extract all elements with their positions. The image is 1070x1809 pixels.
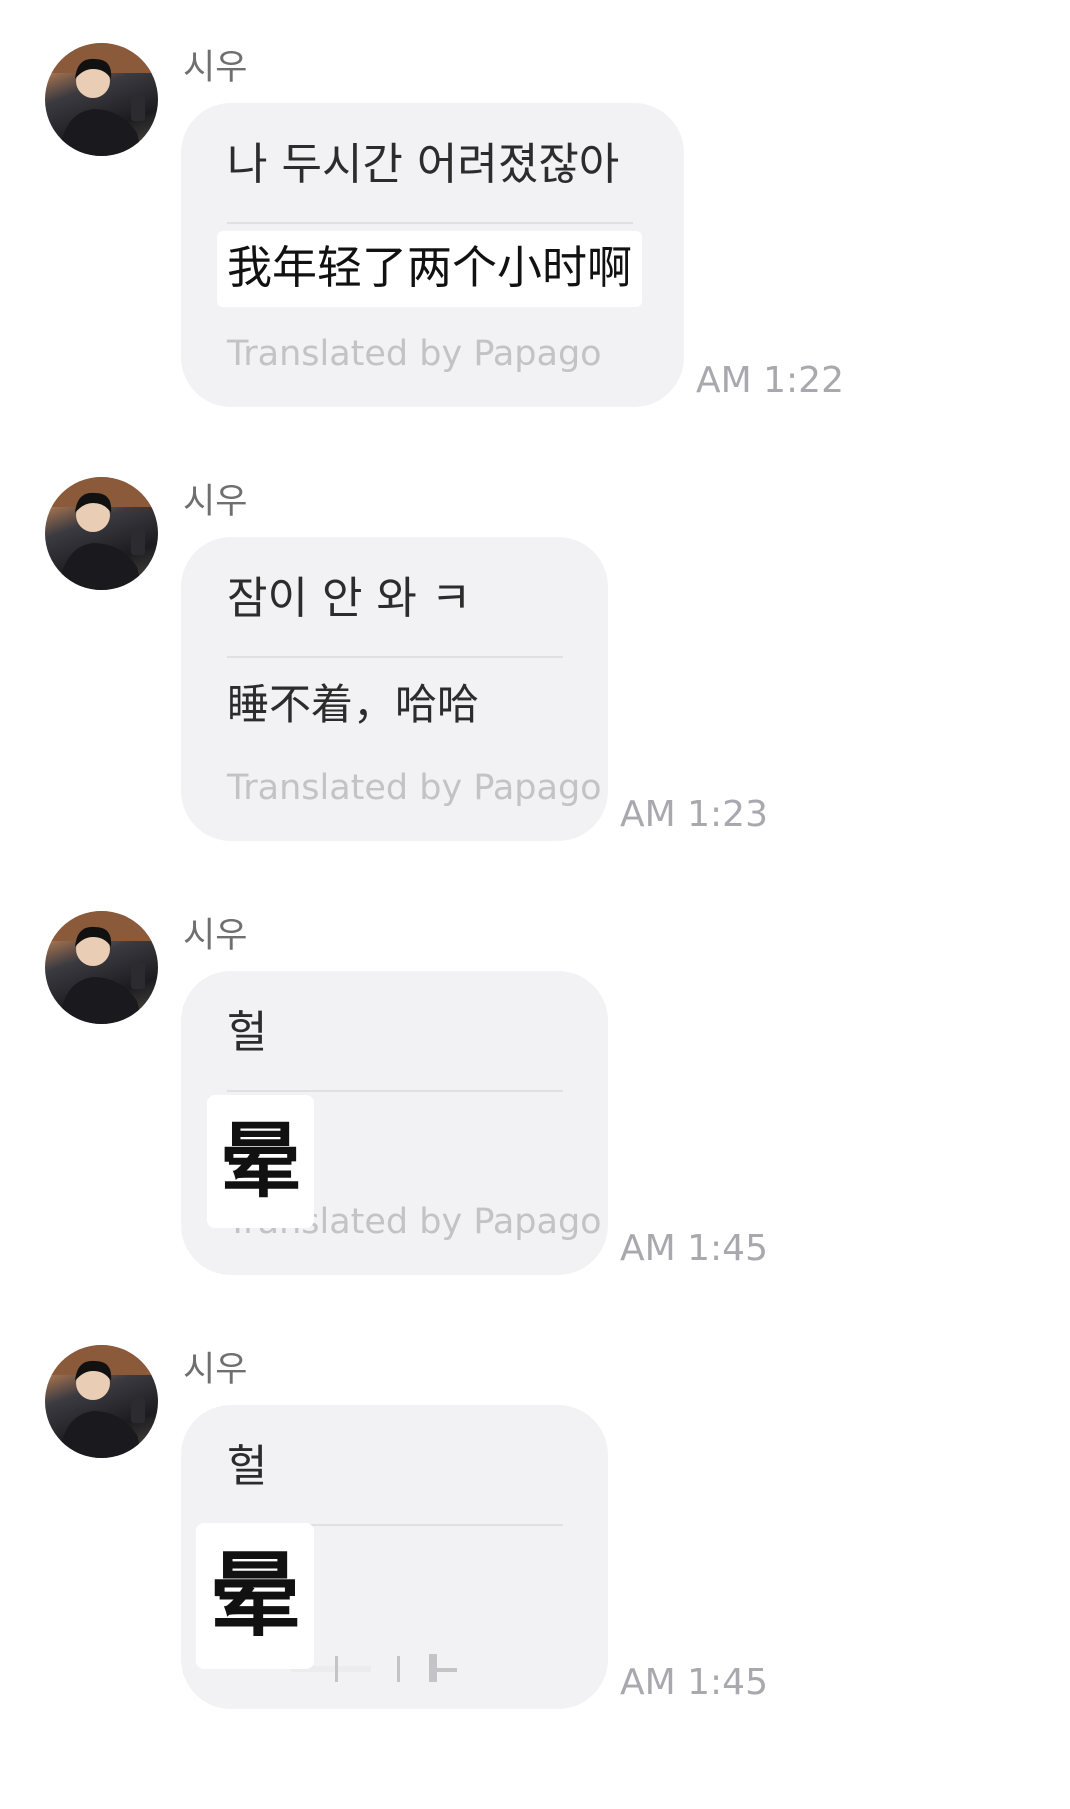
avatar[interactable] <box>45 1345 158 1458</box>
avatar-photo-icon <box>45 43 158 156</box>
translation-credit: Translated by Papago <box>227 334 602 374</box>
divider <box>227 656 563 658</box>
message-bubble[interactable]: 헐 Translated by Papago 晕 <box>181 971 608 1275</box>
avatar-photo-icon <box>45 911 158 1024</box>
avatar[interactable] <box>45 477 158 590</box>
original-text: 헐 <box>227 1441 268 1492</box>
avatar-photo-icon <box>45 477 158 590</box>
avatar[interactable] <box>45 911 158 1024</box>
translated-text: 睡不着，哈哈 <box>227 680 480 729</box>
avatar[interactable] <box>45 43 158 156</box>
message-bubble[interactable]: 헐 晕 <box>181 1405 608 1709</box>
sender-name: 시우 <box>183 916 248 956</box>
timestamp: AM 1:23 <box>620 794 768 835</box>
translated-text: 我年轻了两个小时啊 <box>217 231 643 307</box>
original-text: 잠이 안 와 ㅋ <box>227 573 472 624</box>
overlay-translation: 晕 <box>207 1095 314 1228</box>
original-text: 헐 <box>227 1007 268 1058</box>
timestamp: AM 1:45 <box>620 1662 768 1703</box>
message-row: 시우 나 두시간 어려졌잖아 我年轻了两个小时啊 Translated by P… <box>0 43 1070 463</box>
message-row: 시우 헐 Translated by Papago 晕 AM 1:45 <box>0 911 1070 1331</box>
overlay-translation: 晕 <box>196 1523 314 1669</box>
sender-name: 시우 <box>183 1350 248 1390</box>
avatar-photo-icon <box>45 1345 158 1458</box>
translation-credit: Translated by Papago <box>227 768 602 808</box>
timestamp: AM 1:22 <box>696 360 844 401</box>
message-bubble[interactable]: 나 두시간 어려졌잖아 我年轻了两个小时啊 Translated by Papa… <box>181 103 684 407</box>
divider <box>227 222 633 224</box>
timestamp: AM 1:45 <box>620 1228 768 1269</box>
original-text: 나 두시간 어려졌잖아 <box>227 139 620 190</box>
sender-name: 시우 <box>183 482 248 522</box>
message-row: 시우 잠이 안 와 ㅋ 睡不着，哈哈 Translated by Papago … <box>0 477 1070 897</box>
divider <box>227 1090 563 1092</box>
message-row: 시우 헐 晕 AM 1:45 <box>0 1345 1070 1765</box>
sender-name: 시우 <box>183 48 248 88</box>
message-bubble[interactable]: 잠이 안 와 ㅋ 睡不着，哈哈 Translated by Papago <box>181 537 608 841</box>
garbled-text-icon <box>291 1654 457 1682</box>
